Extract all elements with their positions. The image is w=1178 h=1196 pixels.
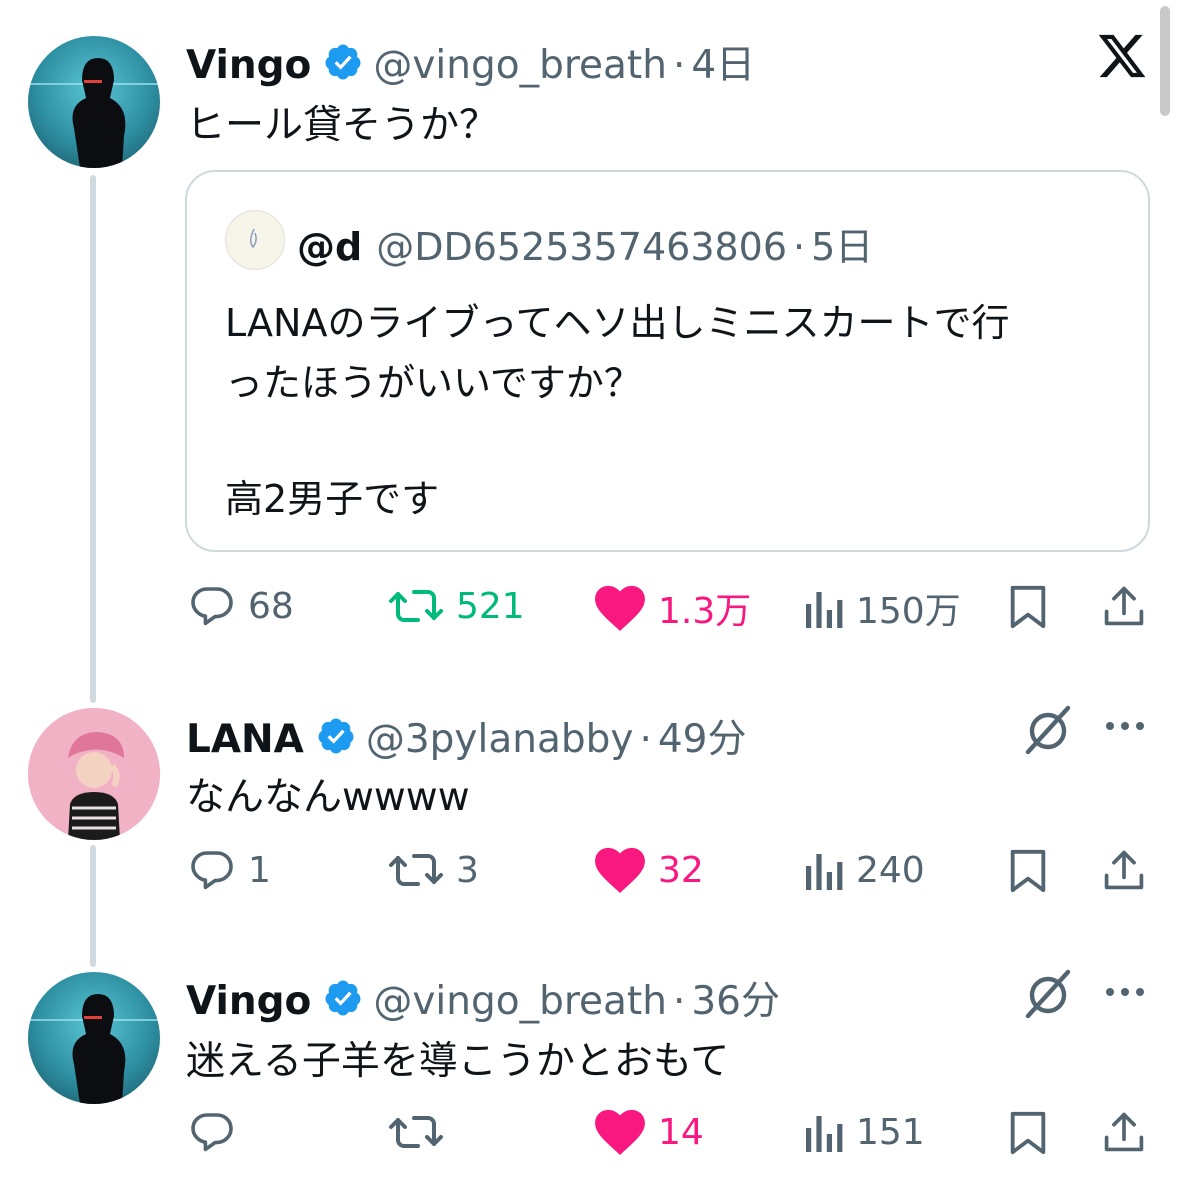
reply-icon bbox=[191, 1113, 233, 1152]
repost-button[interactable]: 521 bbox=[388, 582, 525, 630]
reply-button[interactable]: 68 bbox=[188, 582, 294, 630]
verified-badge-icon bbox=[323, 42, 363, 82]
repost-icon bbox=[389, 1116, 443, 1148]
verified-badge-icon bbox=[316, 716, 356, 756]
share-icon bbox=[1104, 850, 1144, 890]
like-button[interactable]: 14 bbox=[594, 1108, 704, 1156]
quote-text-line: LANAのライブってヘソ出しミニスカートで行 bbox=[225, 301, 1010, 345]
share-icon bbox=[1104, 1112, 1144, 1152]
share-icon bbox=[1104, 586, 1144, 626]
views-icon bbox=[806, 1116, 843, 1152]
bookmark-icon bbox=[1010, 585, 1046, 629]
handle[interactable]: @3pylanabby bbox=[366, 717, 634, 762]
tweet-text: ヒール貸そうか？ bbox=[186, 103, 499, 148]
repost-count: 3 bbox=[456, 849, 479, 891]
reply-count: 68 bbox=[248, 585, 294, 627]
bookmark-button[interactable] bbox=[1008, 584, 1048, 634]
repost-button[interactable] bbox=[388, 1108, 456, 1156]
timestamp[interactable]: 49分 bbox=[658, 708, 747, 764]
views-button[interactable]: 151 bbox=[804, 1108, 925, 1156]
avatar-figure-icon bbox=[28, 994, 160, 1104]
avatar[interactable] bbox=[225, 210, 285, 270]
tweet-header: Vingo @vingo_breath · 4日 bbox=[186, 34, 755, 90]
repost-icon bbox=[389, 590, 443, 622]
avatar-figure-icon bbox=[28, 58, 160, 168]
tweet-text: なんなんwwww bbox=[186, 775, 470, 820]
separator-dot: · bbox=[793, 225, 806, 269]
quote-text-line: 高2男子です bbox=[225, 477, 440, 521]
like-button[interactable]: 32 bbox=[594, 846, 704, 894]
bookmark-icon bbox=[1010, 1111, 1046, 1155]
avatar[interactable] bbox=[28, 708, 160, 840]
views-button[interactable]: 150万 bbox=[804, 582, 961, 634]
quote-text-line: ったほうがいいですか？ bbox=[225, 361, 642, 405]
reply-icon bbox=[191, 851, 233, 890]
more-options-icon[interactable] bbox=[1104, 984, 1146, 1003]
display-name[interactable]: LANA bbox=[186, 717, 304, 762]
reply-icon bbox=[191, 587, 233, 626]
avatar[interactable] bbox=[28, 972, 160, 1104]
heart-filled-icon bbox=[595, 1109, 645, 1155]
display-name[interactable]: Vingo bbox=[186, 43, 311, 88]
views-icon bbox=[806, 854, 843, 890]
thread-line bbox=[90, 845, 96, 967]
handle[interactable]: @vingo_breath bbox=[373, 43, 667, 88]
like-count: 14 bbox=[658, 1111, 704, 1153]
timestamp[interactable]: 36分 bbox=[691, 970, 780, 1026]
separator-dot: · bbox=[672, 979, 686, 1024]
like-button[interactable]: 1.3万 bbox=[594, 582, 751, 634]
quote-header: @d @DD6525357463806 · 5日 bbox=[297, 216, 873, 271]
repost-icon bbox=[389, 854, 443, 886]
like-count: 32 bbox=[658, 849, 704, 891]
more-options-icon[interactable] bbox=[1104, 718, 1146, 737]
x-logo-icon[interactable] bbox=[1096, 30, 1148, 86]
bookmark-button[interactable] bbox=[1008, 848, 1048, 898]
reply-button[interactable] bbox=[188, 1108, 248, 1156]
repost-count: 521 bbox=[456, 585, 525, 627]
handle[interactable]: @vingo_breath bbox=[373, 979, 667, 1024]
views-count: 240 bbox=[856, 849, 925, 891]
views-count: 150万 bbox=[856, 591, 961, 632]
display-name[interactable]: @d bbox=[297, 225, 362, 269]
tweet-header: LANA @3pylanabby · 49分 bbox=[186, 708, 747, 764]
avatar[interactable] bbox=[28, 36, 160, 168]
display-name[interactable]: Vingo bbox=[186, 979, 311, 1024]
like-count: 1.3万 bbox=[658, 591, 752, 632]
repost-button[interactable]: 3 bbox=[388, 846, 479, 894]
avatar-doodle-icon bbox=[250, 228, 257, 249]
timestamp[interactable]: 4日 bbox=[691, 34, 755, 90]
views-icon bbox=[806, 592, 843, 628]
bookmark-button[interactable] bbox=[1008, 1110, 1048, 1160]
tweet-text: 迷える子羊を導こうかとおもて bbox=[186, 1039, 730, 1084]
heart-filled-icon bbox=[595, 585, 645, 631]
avatar-person-icon bbox=[28, 708, 160, 840]
views-count: 151 bbox=[856, 1111, 925, 1153]
share-button[interactable] bbox=[1102, 848, 1146, 896]
share-button[interactable] bbox=[1102, 1110, 1146, 1158]
separator-dot: · bbox=[639, 717, 652, 762]
quoted-tweet-card[interactable]: @d @DD6525357463806 · 5日 LANAのライブってヘソ出しミ… bbox=[185, 170, 1150, 552]
grok-icon[interactable] bbox=[1022, 968, 1074, 1024]
separator-dot: · bbox=[672, 43, 686, 88]
handle[interactable]: @DD6525357463806 bbox=[376, 225, 787, 269]
views-button[interactable]: 240 bbox=[804, 846, 925, 894]
reply-button[interactable]: 1 bbox=[188, 846, 271, 894]
verified-badge-icon bbox=[323, 978, 363, 1018]
thread-line bbox=[90, 175, 96, 703]
scrollbar[interactable] bbox=[1160, 6, 1170, 116]
tweet-header: Vingo @vingo_breath · 36分 bbox=[186, 970, 780, 1026]
grok-icon[interactable] bbox=[1022, 704, 1074, 760]
heart-filled-icon bbox=[595, 847, 645, 893]
timestamp[interactable]: 5日 bbox=[811, 216, 873, 271]
share-button[interactable] bbox=[1102, 584, 1146, 632]
bookmark-icon bbox=[1010, 849, 1046, 893]
reply-count: 1 bbox=[248, 849, 271, 891]
